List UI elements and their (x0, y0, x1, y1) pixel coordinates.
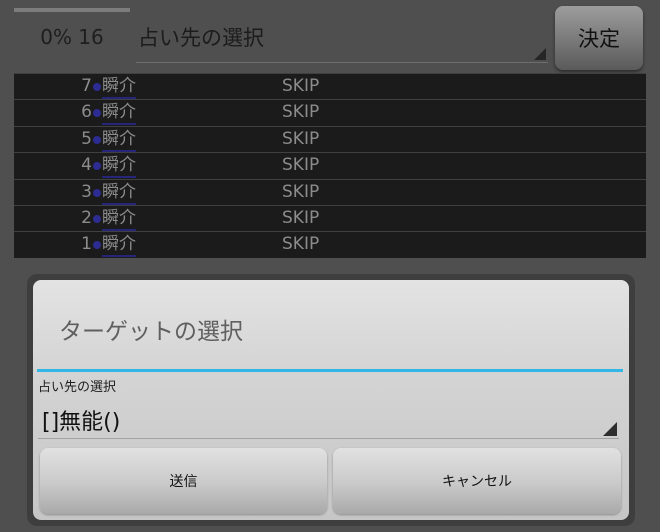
row-action: SKIP (282, 102, 320, 123)
decide-button[interactable]: 決定 (555, 6, 643, 70)
row-number: 6 (81, 102, 92, 123)
row-action: SKIP (282, 181, 320, 202)
row-number: 3 (81, 181, 92, 202)
row-player-name: 瞬介 (102, 182, 136, 205)
player-dot-icon (93, 241, 101, 250)
row-action: SKIP (282, 128, 320, 149)
dialog-title-divider (37, 369, 623, 372)
dialog-title: ターゲットの選択 (59, 319, 243, 345)
player-dot-icon (93, 162, 101, 171)
vote-row: 5 瞬介 SKIP (14, 125, 646, 152)
row-action: SKIP (282, 234, 320, 255)
vote-row: 6 瞬介 SKIP (14, 99, 646, 126)
target-dialog: ターゲットの選択 占い先の選択 []無能() 送信 キャンセル (33, 280, 629, 520)
vote-row: 4 瞬介 SKIP (14, 152, 646, 179)
progress-text: 0% 16 (40, 25, 104, 49)
vote-row: 2 瞬介 SKIP (14, 205, 646, 231)
vote-row: 3 瞬介 SKIP (14, 178, 646, 205)
send-button[interactable]: 送信 (40, 448, 327, 514)
row-action: SKIP (282, 208, 320, 228)
row-action: SKIP (282, 76, 320, 96)
row-number: 7 (81, 76, 92, 96)
row-player-name: 瞬介 (102, 208, 136, 231)
row-number: 1 (81, 234, 92, 255)
player-dot-icon (93, 109, 101, 118)
dropdown-arrow-icon (603, 422, 617, 436)
row-number: 4 (81, 155, 92, 176)
progress-bar (14, 8, 130, 12)
vote-list: 7 瞬介 SKIP 6 瞬介 SKIP 5 瞬介 SKIP 4 瞬介 SKIP 3 瞬介 SKIP 2 瞬介 SK… (14, 73, 646, 258)
spinner-selected-value: []無能() (42, 410, 121, 435)
row-player-name: 瞬介 (102, 129, 136, 152)
cancel-button[interactable]: キャンセル (333, 448, 621, 514)
row-number: 5 (81, 128, 92, 149)
player-dot-icon (93, 83, 101, 91)
row-player-name: 瞬介 (102, 155, 136, 179)
dropdown-arrow-icon (534, 48, 546, 60)
screen: 0% 16 占い先の選択 決定 7 瞬介 SKIP 6 瞬介 SKIP 5 瞬介 SKIP 4 瞬介… (0, 0, 660, 532)
vote-row: 7 瞬介 SKIP (14, 73, 646, 99)
target-select-label: 占い先の選択 (138, 26, 264, 50)
target-spinner[interactable]: []無能() (38, 396, 619, 439)
row-action: SKIP (282, 155, 320, 176)
target-select-dropdown[interactable]: 占い先の選択 (136, 14, 548, 63)
field-label: 占い先の選択 (38, 380, 117, 395)
vote-row: 1 瞬介 SKIP (14, 231, 646, 258)
player-dot-icon (93, 135, 101, 144)
row-player-name: 瞬介 (102, 234, 136, 258)
row-number: 2 (81, 208, 92, 228)
player-dot-icon (93, 188, 101, 197)
row-player-name: 瞬介 (102, 76, 136, 99)
player-dot-icon (93, 215, 101, 223)
row-player-name: 瞬介 (102, 102, 136, 126)
